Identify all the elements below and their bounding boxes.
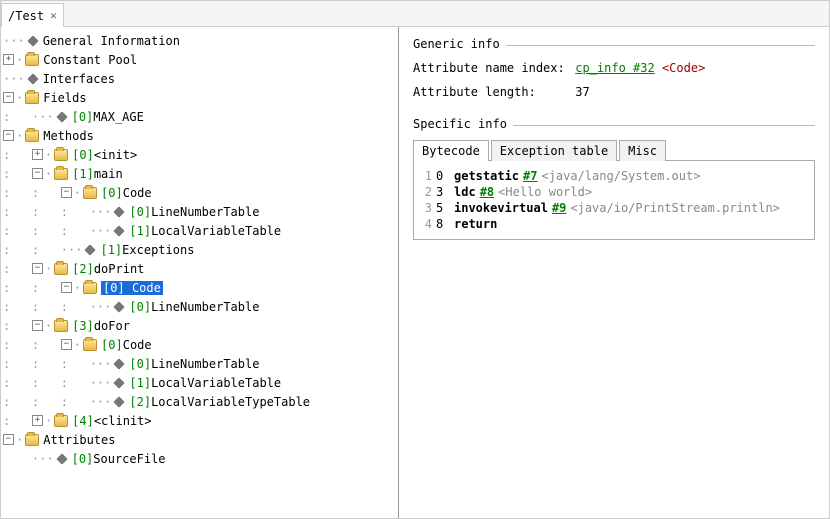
detail-pane: Generic info Attribute name index: cp_in… [399, 27, 829, 518]
leaf-icon [114, 225, 125, 236]
tree-item-interfaces[interactable]: ···Interfaces [3, 69, 396, 88]
leaf-icon [114, 206, 125, 217]
tree-item-attr[interactable]: : : −·[0] Code [3, 183, 396, 202]
bytecode-line: 1 0 getstatic #7 <java/lang/System.out> [422, 169, 806, 183]
tree-item-method[interactable]: : −·[3] doFor [3, 316, 396, 335]
folder-icon [25, 92, 39, 104]
leaf-icon [56, 111, 67, 122]
folder-icon [83, 339, 97, 351]
bytecode-line: 3 5 invokevirtual #9 <java/io/PrintStrea… [422, 201, 806, 215]
folder-icon [25, 54, 39, 66]
close-icon[interactable]: ✕ [50, 9, 57, 22]
generic-info-title: Generic info [413, 37, 506, 51]
tree-item-general-info[interactable]: ···General Information [3, 31, 396, 50]
tree-item-fields[interactable]: −·Fields [3, 88, 396, 107]
collapse-icon[interactable]: − [3, 130, 14, 141]
folder-icon [54, 263, 68, 275]
tree-item-sub[interactable]: : : : ···[1] LocalVariableTable [3, 373, 396, 392]
collapse-icon[interactable]: − [61, 187, 72, 198]
folder-icon [54, 149, 68, 161]
expand-icon[interactable]: + [32, 415, 43, 426]
tree-item-attr-file[interactable]: ···[0] SourceFile [3, 449, 396, 468]
collapse-icon[interactable]: − [3, 92, 14, 103]
tree-item-method[interactable]: : −·[2] doPrint [3, 259, 396, 278]
attr-name-index-label: Attribute name index: [413, 61, 568, 75]
tree-item-methods[interactable]: −·Methods [3, 126, 396, 145]
tab-test[interactable]: /Test ✕ [1, 3, 64, 27]
folder-icon [83, 187, 97, 199]
expand-icon[interactable]: + [3, 54, 14, 65]
tab-bytecode[interactable]: Bytecode [413, 140, 489, 161]
tab-exception-table[interactable]: Exception table [491, 140, 617, 161]
leaf-icon [85, 244, 96, 255]
tree-item-sub[interactable]: : : : ···[0] LineNumberTable [3, 202, 396, 221]
tab-title: /Test [8, 9, 44, 23]
bytecode-panel: 1 0 getstatic #7 <java/lang/System.out> … [413, 161, 815, 240]
leaf-icon [114, 377, 125, 388]
tree-item-attr-selected[interactable]: : : −·[0] Code [3, 278, 396, 297]
collapse-icon[interactable]: − [3, 434, 14, 445]
leaf-icon [27, 35, 38, 46]
folder-icon [25, 434, 39, 446]
tree-item-method[interactable]: : +·[0] <init> [3, 145, 396, 164]
tree-item-constant-pool[interactable]: +·Constant Pool [3, 50, 396, 69]
collapse-icon[interactable]: − [61, 339, 72, 350]
tree-item-sub[interactable]: : : : ···[0] LineNumberTable [3, 297, 396, 316]
tree-item-sub[interactable]: : : : ···[2] LocalVariableTypeTable [3, 392, 396, 411]
generic-info-section: Generic info Attribute name index: cp_in… [413, 37, 815, 99]
leaf-icon [114, 358, 125, 369]
leaf-icon [114, 396, 125, 407]
leaf-icon [114, 301, 125, 312]
cp-ref-link[interactable]: #7 [523, 169, 537, 183]
cp-ref-type: <Code> [662, 61, 705, 75]
tree-item-field[interactable]: : ···[0] MAX_AGE [3, 107, 396, 126]
bytecode-line: 2 3 ldc #8 <Hello world> [422, 185, 806, 199]
tree-item-method[interactable]: : −·[1] main [3, 164, 396, 183]
folder-icon [54, 168, 68, 180]
tab-misc[interactable]: Misc [619, 140, 666, 161]
folder-icon [54, 415, 68, 427]
specific-info-title: Specific info [413, 117, 513, 131]
collapse-icon[interactable]: − [32, 320, 43, 331]
folder-icon [54, 320, 68, 332]
expand-icon[interactable]: + [32, 149, 43, 160]
specific-info-section: Specific info Bytecode Exception table M… [413, 117, 815, 240]
tree-item-sub[interactable]: : : : ···[0] LineNumberTable [3, 354, 396, 373]
tree-pane: ···General Information +·Constant Pool ·… [1, 27, 399, 518]
folder-icon [25, 130, 39, 142]
tab-bar: /Test ✕ [1, 1, 829, 27]
tree-item-attributes[interactable]: −·Attributes [3, 430, 396, 449]
cp-ref-link[interactable]: #8 [480, 185, 494, 199]
attr-length-value: 37 [575, 85, 589, 99]
tree-item-method[interactable]: : +·[4] <clinit> [3, 411, 396, 430]
detail-tabs: Bytecode Exception table Misc [413, 139, 815, 161]
cp-info-link[interactable]: cp_info #32 [575, 61, 654, 75]
folder-icon [83, 282, 97, 294]
attr-length-label: Attribute length: [413, 85, 568, 99]
collapse-icon[interactable]: − [61, 282, 72, 293]
collapse-icon[interactable]: − [32, 168, 43, 179]
cp-ref-link[interactable]: #9 [552, 201, 566, 215]
collapse-icon[interactable]: − [32, 263, 43, 274]
bytecode-line: 4 8 return [422, 217, 806, 231]
tree-item-sub[interactable]: : : : ···[1] LocalVariableTable [3, 221, 396, 240]
leaf-icon [27, 73, 38, 84]
tree-item-attr[interactable]: : : ···[1] Exceptions [3, 240, 396, 259]
tree-item-attr[interactable]: : : −·[0] Code [3, 335, 396, 354]
leaf-icon [56, 453, 67, 464]
